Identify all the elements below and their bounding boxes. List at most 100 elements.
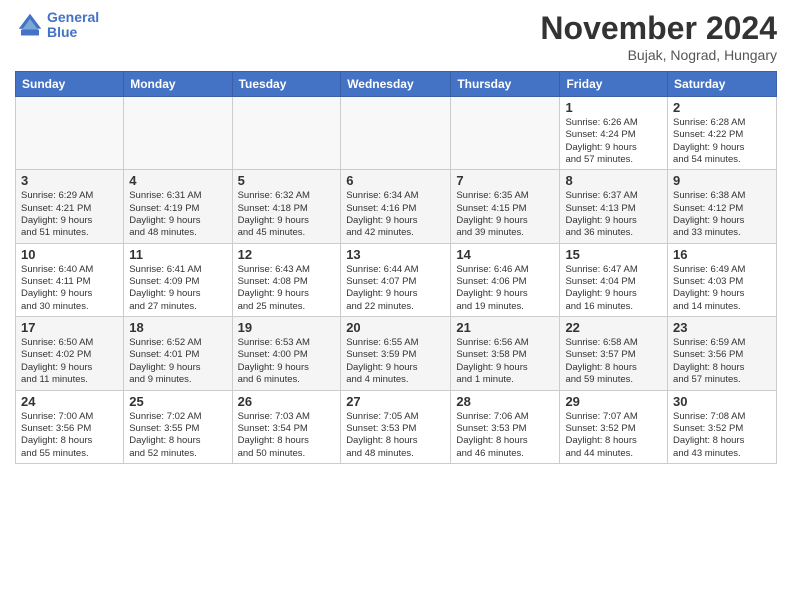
calendar-week-row: 24Sunrise: 7:00 AM Sunset: 3:56 PM Dayli… bbox=[16, 390, 777, 463]
calendar-day: 27Sunrise: 7:05 AM Sunset: 3:53 PM Dayli… bbox=[341, 390, 451, 463]
calendar-day: 5 Sunrise: 6:32 AM Sunset: 4:18 PM Daylig… bbox=[232, 170, 341, 243]
title-area: November 2024 Bujak, Nograd, Hungary bbox=[540, 10, 777, 63]
day-number: 2 bbox=[673, 100, 771, 115]
day-number: 10 bbox=[21, 247, 118, 262]
calendar-day: 29 Sunrise: 7:07 AM Sunset: 3:52 PM Dayli… bbox=[560, 390, 668, 463]
calendar-header-row: Sunday Monday Tuesday Wednesday Thursday… bbox=[16, 72, 777, 97]
day-info: Sunrise: 6:44 AM Sunset: 4:07 PM Dayligh… bbox=[346, 264, 445, 313]
calendar-day: 13 Sunrise: 6:44 AM Sunset: 4:07 PM Dayli… bbox=[341, 243, 451, 316]
logo-icon bbox=[15, 10, 45, 40]
location: Bujak, Nograd, Hungary bbox=[540, 47, 777, 63]
day-info: Sunrise: 6:38 AM Sunset: 4:12 PM Dayligh… bbox=[673, 190, 771, 239]
calendar-day bbox=[232, 97, 341, 170]
day-number: 1 bbox=[565, 100, 662, 115]
calendar-day: 12 Sunrise: 6:43 AM Sunset: 4:08 PM Dayli… bbox=[232, 243, 341, 316]
calendar-day: 11 Sunrise: 6:41 AM Sunset: 4:09 PM Dayli… bbox=[124, 243, 232, 316]
calendar-day: 26 Sunrise: 7:03 AM Sunset: 3:54 PM Dayli… bbox=[232, 390, 341, 463]
day-info: Sunrise: 6:43 AM Sunset: 4:08 PM Dayligh… bbox=[238, 264, 336, 313]
logo-text-line2: Blue bbox=[47, 25, 99, 40]
day-info: Sunrise: 6:55 AM Sunset: 3:59 PM Dayligh… bbox=[346, 337, 445, 386]
day-info: Sunrise: 6:37 AM Sunset: 4:13 PM Dayligh… bbox=[565, 190, 662, 239]
day-info: Sunrise: 6:47 AM Sunset: 4:04 PM Dayligh… bbox=[565, 264, 662, 313]
day-info: Sunrise: 6:41 AM Sunset: 4:09 PM Dayligh… bbox=[129, 264, 226, 313]
day-info: Sunrise: 6:40 AM Sunset: 4:11 PM Dayligh… bbox=[21, 264, 118, 313]
calendar-day: 1 Sunrise: 6:26 AM Sunset: 4:24 PM Daylig… bbox=[560, 97, 668, 170]
col-monday: Monday bbox=[124, 72, 232, 97]
day-number: 3 bbox=[21, 173, 118, 188]
calendar-day: 3 Sunrise: 6:29 AM Sunset: 4:21 PM Daylig… bbox=[16, 170, 124, 243]
day-info: Sunrise: 6:31 AM Sunset: 4:19 PM Dayligh… bbox=[129, 190, 226, 239]
day-info: Sunrise: 7:02 AM Sunset: 3:55 PM Dayligh… bbox=[129, 411, 226, 460]
day-number: 13 bbox=[346, 247, 445, 262]
calendar-week-row: 17 Sunrise: 6:50 AM Sunset: 4:02 PM Dayli… bbox=[16, 317, 777, 390]
day-number: 17 bbox=[21, 320, 118, 335]
day-number: 21 bbox=[456, 320, 554, 335]
day-number: 27 bbox=[346, 394, 445, 409]
day-number: 8 bbox=[565, 173, 662, 188]
day-number: 11 bbox=[129, 247, 226, 262]
day-number: 25 bbox=[129, 394, 226, 409]
day-info: Sunrise: 7:07 AM Sunset: 3:52 PM Dayligh… bbox=[565, 411, 662, 460]
day-info: Sunrise: 6:32 AM Sunset: 4:18 PM Dayligh… bbox=[238, 190, 336, 239]
calendar-day: 15 Sunrise: 6:47 AM Sunset: 4:04 PM Dayli… bbox=[560, 243, 668, 316]
calendar-day: 4 Sunrise: 6:31 AM Sunset: 4:19 PM Daylig… bbox=[124, 170, 232, 243]
calendar-day: 2 Sunrise: 6:28 AM Sunset: 4:22 PM Daylig… bbox=[668, 97, 777, 170]
day-info: Sunrise: 6:56 AM Sunset: 3:58 PM Dayligh… bbox=[456, 337, 554, 386]
day-number: 16 bbox=[673, 247, 771, 262]
page: General Blue November 2024 Bujak, Nograd… bbox=[0, 0, 792, 612]
day-info: Sunrise: 6:50 AM Sunset: 4:02 PM Dayligh… bbox=[21, 337, 118, 386]
day-number: 24 bbox=[21, 394, 118, 409]
day-info: Sunrise: 6:49 AM Sunset: 4:03 PM Dayligh… bbox=[673, 264, 771, 313]
day-number: 4 bbox=[129, 173, 226, 188]
calendar-day: 14 Sunrise: 6:46 AM Sunset: 4:06 PM Dayli… bbox=[451, 243, 560, 316]
calendar-day: 18Sunrise: 6:52 AM Sunset: 4:01 PM Dayli… bbox=[124, 317, 232, 390]
calendar-day: 16 Sunrise: 6:49 AM Sunset: 4:03 PM Dayli… bbox=[668, 243, 777, 316]
calendar-week-row: 1 Sunrise: 6:26 AM Sunset: 4:24 PM Daylig… bbox=[16, 97, 777, 170]
day-number: 28 bbox=[456, 394, 554, 409]
calendar-day: 17 Sunrise: 6:50 AM Sunset: 4:02 PM Dayli… bbox=[16, 317, 124, 390]
col-wednesday: Wednesday bbox=[341, 72, 451, 97]
calendar: Sunday Monday Tuesday Wednesday Thursday… bbox=[15, 71, 777, 464]
calendar-day: 24Sunrise: 7:00 AM Sunset: 3:56 PM Dayli… bbox=[16, 390, 124, 463]
day-number: 12 bbox=[238, 247, 336, 262]
day-number: 30 bbox=[673, 394, 771, 409]
calendar-week-row: 10 Sunrise: 6:40 AM Sunset: 4:11 PM Dayli… bbox=[16, 243, 777, 316]
calendar-day: 9 Sunrise: 6:38 AM Sunset: 4:12 PM Daylig… bbox=[668, 170, 777, 243]
calendar-day bbox=[341, 97, 451, 170]
calendar-day: 20 Sunrise: 6:55 AM Sunset: 3:59 PM Dayli… bbox=[341, 317, 451, 390]
day-number: 20 bbox=[346, 320, 445, 335]
day-number: 5 bbox=[238, 173, 336, 188]
col-tuesday: Tuesday bbox=[232, 72, 341, 97]
col-thursday: Thursday bbox=[451, 72, 560, 97]
col-sunday: Sunday bbox=[16, 72, 124, 97]
day-info: Sunrise: 6:26 AM Sunset: 4:24 PM Dayligh… bbox=[565, 117, 662, 166]
day-info: Sunrise: 6:28 AM Sunset: 4:22 PM Dayligh… bbox=[673, 117, 771, 166]
day-number: 14 bbox=[456, 247, 554, 262]
day-info: Sunrise: 6:29 AM Sunset: 4:21 PM Dayligh… bbox=[21, 190, 118, 239]
day-info: Sunrise: 7:08 AM Sunset: 3:52 PM Dayligh… bbox=[673, 411, 771, 460]
col-saturday: Saturday bbox=[668, 72, 777, 97]
day-number: 15 bbox=[565, 247, 662, 262]
header: General Blue November 2024 Bujak, Nograd… bbox=[15, 10, 777, 63]
calendar-day: 6Sunrise: 6:34 AM Sunset: 4:16 PM Daylig… bbox=[341, 170, 451, 243]
month-title: November 2024 bbox=[540, 10, 777, 47]
day-info: Sunrise: 6:58 AM Sunset: 3:57 PM Dayligh… bbox=[565, 337, 662, 386]
day-number: 7 bbox=[456, 173, 554, 188]
day-info: Sunrise: 6:46 AM Sunset: 4:06 PM Dayligh… bbox=[456, 264, 554, 313]
day-info: Sunrise: 6:34 AM Sunset: 4:16 PM Dayligh… bbox=[346, 190, 445, 239]
day-info: Sunrise: 6:59 AM Sunset: 3:56 PM Dayligh… bbox=[673, 337, 771, 386]
day-info: Sunrise: 6:35 AM Sunset: 4:15 PM Dayligh… bbox=[456, 190, 554, 239]
calendar-day bbox=[16, 97, 124, 170]
calendar-day bbox=[451, 97, 560, 170]
calendar-day bbox=[124, 97, 232, 170]
day-number: 29 bbox=[565, 394, 662, 409]
calendar-day: 28Sunrise: 7:06 AM Sunset: 3:53 PM Dayli… bbox=[451, 390, 560, 463]
day-number: 26 bbox=[238, 394, 336, 409]
day-info: Sunrise: 7:03 AM Sunset: 3:54 PM Dayligh… bbox=[238, 411, 336, 460]
calendar-day: 23Sunrise: 6:59 AM Sunset: 3:56 PM Dayli… bbox=[668, 317, 777, 390]
calendar-day: 10 Sunrise: 6:40 AM Sunset: 4:11 PM Dayli… bbox=[16, 243, 124, 316]
day-info: Sunrise: 6:52 AM Sunset: 4:01 PM Dayligh… bbox=[129, 337, 226, 386]
calendar-day: 25 Sunrise: 7:02 AM Sunset: 3:55 PM Dayli… bbox=[124, 390, 232, 463]
day-number: 9 bbox=[673, 173, 771, 188]
day-number: 22 bbox=[565, 320, 662, 335]
